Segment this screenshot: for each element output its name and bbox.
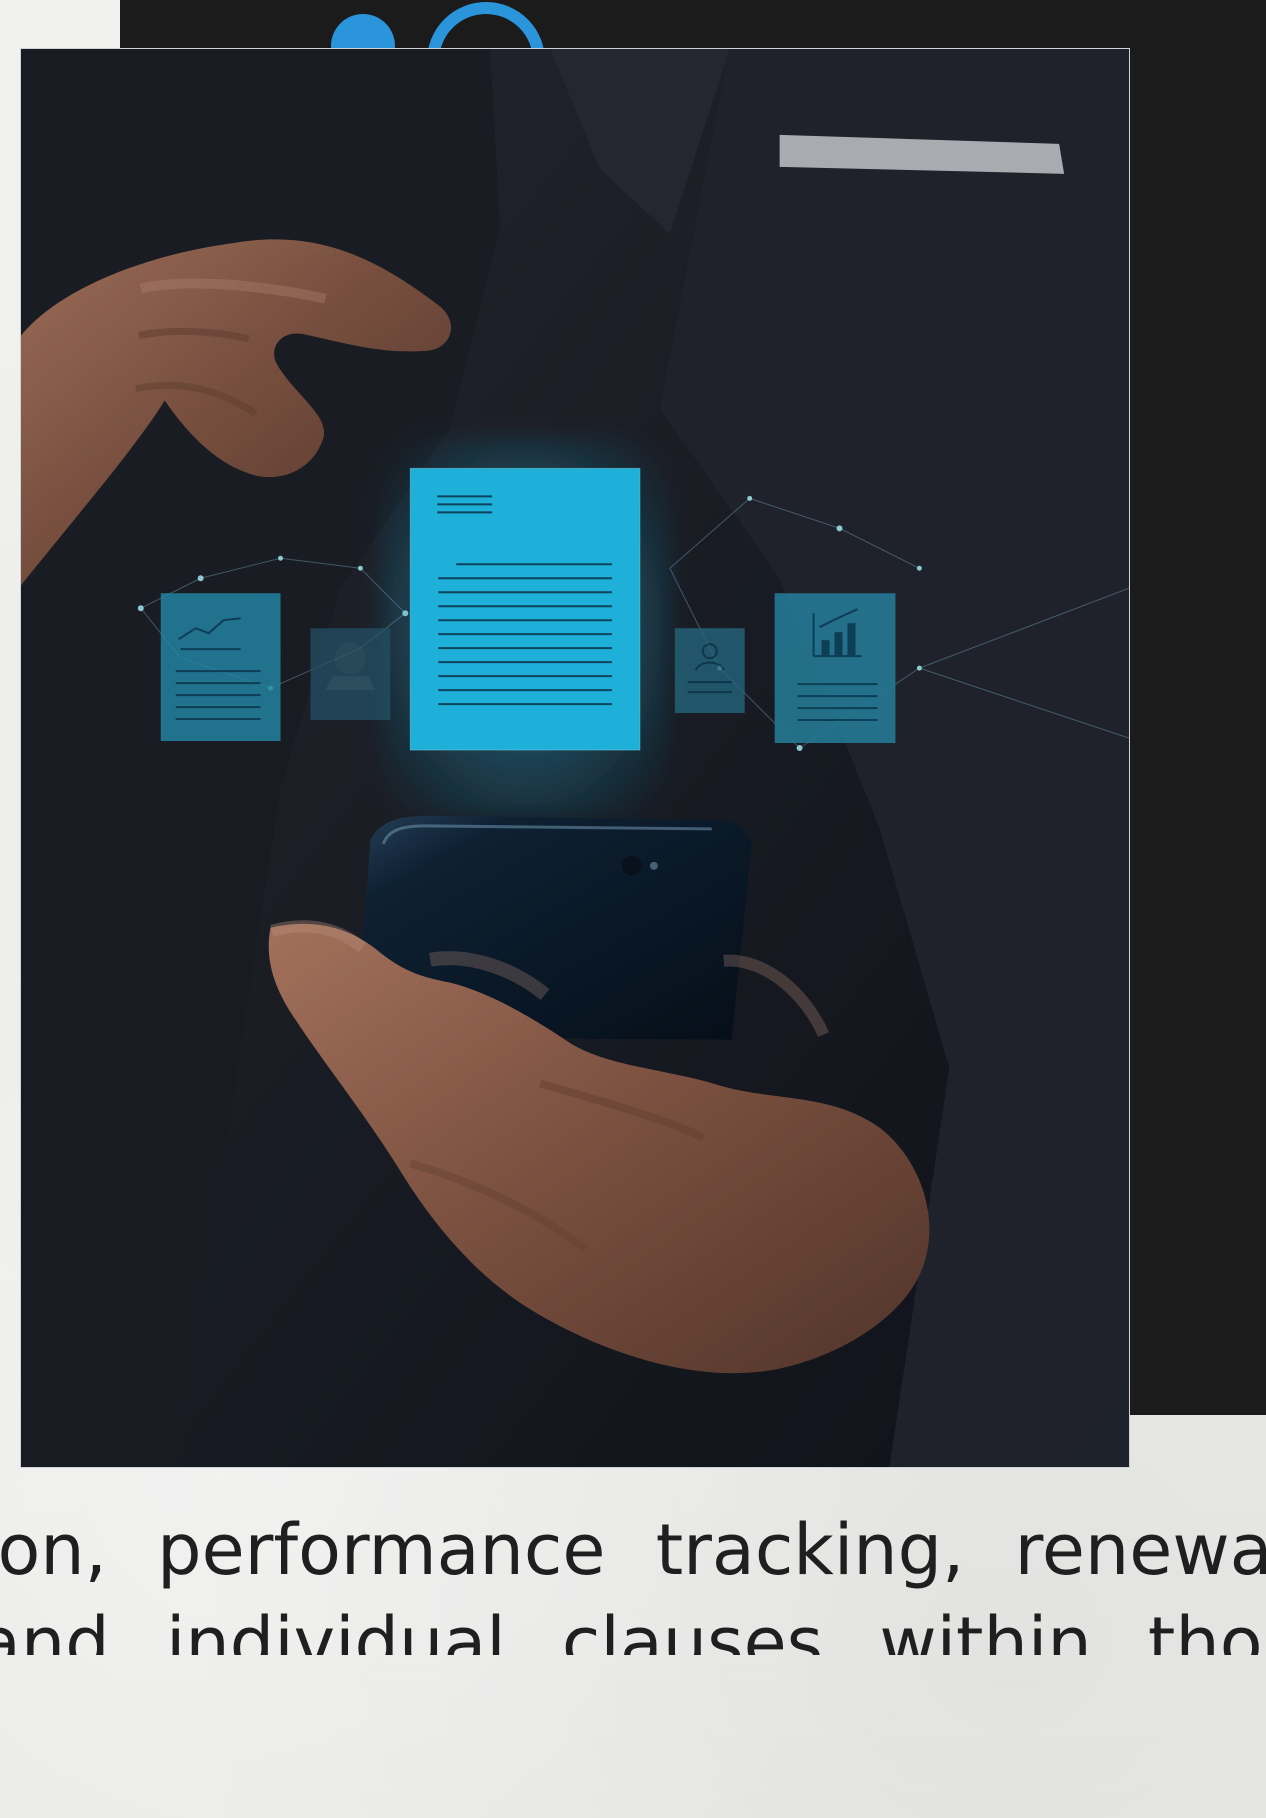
hero-photo [20, 48, 1130, 1468]
caption-line-1: ion, performance tracking, renewal, [0, 1515, 1266, 1591]
caption-block: ion, performance tracking, renewal, and … [0, 1515, 1266, 1655]
hero-illustration [21, 49, 1129, 1467]
caption-line-2: and individual clauses within those [0, 1602, 1266, 1655]
photo-shadow [21, 49, 1129, 1467]
